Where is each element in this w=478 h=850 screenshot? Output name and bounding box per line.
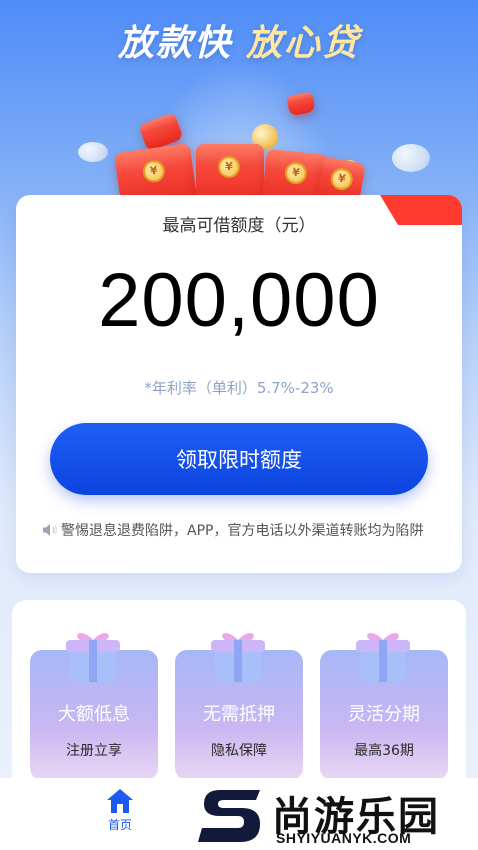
speaker-icon [43, 524, 58, 536]
hero-title-part1: 放款快 [117, 23, 232, 64]
feature-subtitle: 隐私保障 [211, 743, 267, 759]
gift-icon [211, 633, 265, 682]
feature-card-low-interest[interactable]: 大额低息 注册立享 [30, 633, 158, 780]
feature-card-no-collateral[interactable]: 无需抵押 隐私保障 [175, 633, 303, 780]
gift-icon [66, 633, 120, 682]
tab-home-label: 首页 [107, 818, 132, 832]
interest-rate-text: *年利率（单利）5.7%-23% [144, 379, 334, 397]
coin-icon: ¥ [328, 166, 355, 192]
silver-coin-icon [78, 142, 108, 162]
home-icon [107, 789, 133, 813]
feature-card-flexible-installment[interactable]: 灵活分期 最高36期 [320, 633, 448, 780]
hero-title-part2: 放心贷 [246, 23, 361, 64]
feature-title: 灵活分期 [348, 704, 420, 725]
coin-icon: ¥ [141, 158, 167, 184]
watermark-url: SHYIYUANYK.COM [276, 830, 412, 846]
watermark-logo [198, 790, 260, 842]
hero-illustration: ¥ ¥ ¥ ¥ [0, 60, 478, 215]
gift-icon [356, 633, 410, 682]
feature-subtitle: 最高36期 [354, 743, 414, 759]
coin-icon: ¥ [218, 156, 240, 178]
claim-quota-button[interactable]: 领取限时额度 [50, 423, 428, 495]
feature-title: 大额低息 [58, 704, 130, 725]
hero-title: 放款快 放心贷 [0, 14, 478, 66]
coin-icon: ¥ [283, 160, 308, 186]
bottom-tab-bar: 首页 尚游乐园 SHYIYUANYK.COM [0, 778, 478, 850]
feature-title: 无需抵押 [203, 704, 275, 725]
fraud-notice-text: 警惕退息退费陷阱，APP，官方电话以外渠道转账均为陷阱 [61, 523, 424, 539]
quota-amount: 200,000 [98, 258, 380, 343]
feature-subtitle: 注册立享 [66, 743, 122, 759]
site-watermark: 尚游乐园 SHYIYUANYK.COM [198, 784, 478, 846]
quota-label: 最高可借额度（元） [162, 216, 316, 236]
quota-card: 最高可借额度（元） 200,000 *年利率（单利）5.7%-23% 领取限时额… [16, 195, 462, 573]
fraud-notice: 警惕退息退费陷阱，APP，官方电话以外渠道转账均为陷阱 [42, 520, 452, 540]
silver-coin-icon [392, 144, 430, 172]
tab-home[interactable]: 首页 [92, 786, 148, 833]
